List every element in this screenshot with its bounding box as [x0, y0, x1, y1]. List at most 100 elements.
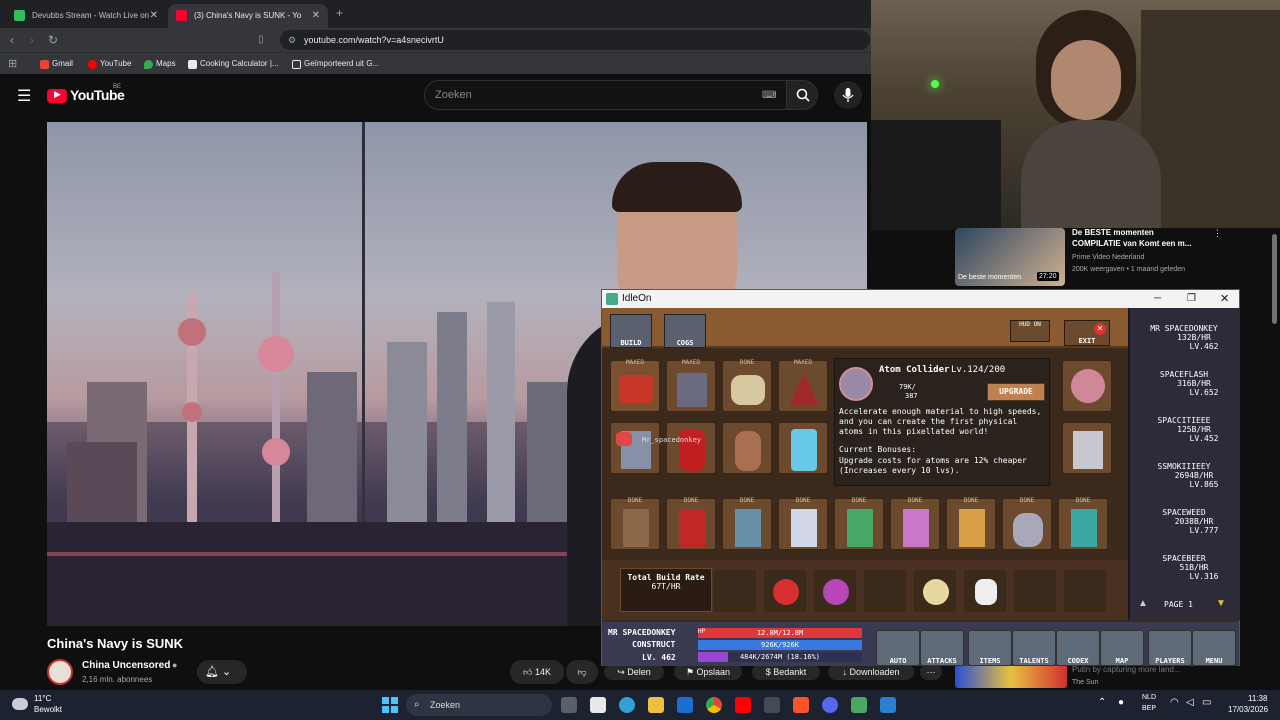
folder-icon[interactable]	[648, 697, 664, 713]
cog-slot[interactable]	[964, 570, 1006, 612]
items-button[interactable]: ITEMS	[968, 630, 1012, 666]
start-button[interactable]	[382, 697, 398, 713]
cogs-tab[interactable]: COGS	[664, 314, 706, 348]
suggested-video[interactable]: De beste momenten 27:20 De BESTE momente…	[955, 228, 1280, 288]
language-indicator-top[interactable]: NLD	[1142, 694, 1156, 701]
build-slot[interactable]	[722, 422, 772, 474]
site-info-icon[interactable]: ⚙	[288, 30, 296, 50]
edge-icon[interactable]	[619, 697, 635, 713]
upgrade-button[interactable]: UPGRADE	[987, 383, 1045, 401]
channel-name[interactable]: China Uncensored	[82, 660, 170, 671]
search-button[interactable]	[786, 80, 818, 110]
cog-slot[interactable]	[1064, 570, 1106, 612]
build-slot[interactable]	[778, 422, 828, 474]
build-slot[interactable]	[1062, 360, 1112, 412]
dislike-button[interactable]: 👎︎	[566, 660, 598, 684]
players-button[interactable]: PLAYERS	[1148, 630, 1192, 666]
cog-slot[interactable]	[764, 570, 806, 612]
tray-overflow-icon[interactable]: ⌃	[1098, 697, 1106, 708]
wifi-icon[interactable]: ◠	[1170, 697, 1179, 708]
build-slot[interactable]: DONE	[1058, 497, 1108, 550]
build-slot[interactable]: MAXED	[610, 359, 660, 412]
download-button[interactable]: ↓ Downloaden	[828, 664, 914, 680]
idleon-game-window[interactable]: IdleOn ─ ❐ ✕ BUILD COGS HUD ON EXIT ✕ MA…	[601, 289, 1240, 666]
build-slot[interactable]: DONE	[722, 497, 772, 550]
menu-button[interactable]: MENU	[1192, 630, 1236, 666]
build-slot[interactable]: DONE	[778, 497, 828, 550]
page-next-icon[interactable]: ▼	[1216, 598, 1226, 609]
build-slot[interactable]: DONE	[890, 497, 940, 550]
taskbar-search[interactable]: ⌕ Zoeken	[406, 694, 552, 716]
player-entry[interactable]: SSMOKIIIEEY 2694B/HR LV.865	[1130, 462, 1238, 489]
notification-bell-button[interactable]: 🔔︎ ⌄	[197, 660, 247, 684]
build-slot[interactable]: MAXED	[666, 359, 716, 412]
bookmark-maps[interactable]: Maps	[142, 56, 176, 72]
task-view-icon[interactable]	[561, 697, 577, 713]
player-entry[interactable]: SPACCITIEEE 125B/HR LV.452	[1130, 416, 1238, 443]
clock-time[interactable]: 11:38	[1248, 694, 1267, 703]
build-slot[interactable]	[666, 422, 716, 474]
cog-slot[interactable]	[914, 570, 956, 612]
bookmark-folder-imported[interactable]: Geïmporteerd uit G...	[290, 56, 379, 72]
url-input[interactable]: ⚙ youtube.com/watch?v=a4snecivrtU	[280, 30, 870, 50]
build-slot[interactable]	[1062, 422, 1112, 474]
suggested-video-2[interactable]: Putin by capturing more land... The Sun	[955, 664, 1265, 690]
scrollbar[interactable]	[1272, 234, 1277, 324]
bookmark-cooking-calculator[interactable]: Cooking Calculator |...	[186, 56, 279, 72]
cog-slot[interactable]	[814, 570, 856, 612]
build-slot[interactable]: MAXED	[778, 359, 828, 412]
cog-slot[interactable]	[864, 570, 906, 612]
channel-avatar[interactable]	[47, 659, 73, 685]
suggested-thumbnail[interactable]: De beste momenten 27:20	[955, 228, 1065, 286]
close-red-icon[interactable]: ✕	[1094, 323, 1106, 335]
player-entry[interactable]: SPACEWEED 2038B/HR LV.777	[1130, 508, 1238, 535]
apps-grid-icon[interactable]: ⊞	[8, 57, 17, 70]
bookmark-youtube[interactable]: YouTube	[86, 56, 131, 72]
save-button[interactable]: ⚑ Opslaan	[674, 664, 742, 680]
forward-icon[interactable]: ›	[30, 32, 34, 48]
app-icon[interactable]	[880, 697, 896, 713]
minimize-icon[interactable]: ─	[1154, 290, 1161, 308]
build-slot[interactable]: DONE	[610, 497, 660, 550]
restore-icon[interactable]: ❐	[1187, 290, 1196, 308]
close-tab-icon[interactable]: ✕	[312, 4, 320, 28]
tray-app-icon[interactable]: ●	[1118, 697, 1124, 708]
map-button[interactable]: MAP	[1100, 630, 1144, 666]
close-tab-icon[interactable]: ✕	[150, 4, 158, 28]
brave-icon[interactable]	[793, 697, 809, 713]
discord-app-icon[interactable]	[822, 697, 838, 713]
more-actions-button[interactable]: ⋯	[920, 664, 942, 680]
player-entry[interactable]: SPACEFLASH 316B/HR LV.652	[1130, 370, 1238, 397]
idleon-app-icon[interactable]	[851, 697, 867, 713]
like-button[interactable]: 👍︎ 14K	[510, 660, 564, 684]
player-entry[interactable]: MR SPACEDONKEY 132B/HR LV.462	[1130, 324, 1238, 351]
menu-icon[interactable]: ☰	[17, 86, 31, 106]
weather-temp[interactable]: 11°C	[34, 694, 51, 703]
close-window-icon[interactable]: ✕	[1220, 290, 1229, 308]
youtube-app-icon[interactable]	[735, 697, 751, 713]
file-explorer-icon[interactable]	[590, 697, 606, 713]
back-icon[interactable]: ‹	[10, 32, 14, 48]
browser-tab-devubbs[interactable]: Devubbs Stream - Watch Live on ✕	[6, 4, 166, 28]
volume-icon[interactable]: ◁	[1186, 697, 1194, 708]
browser-tab-youtube[interactable]: (3) China's Navy is SUNK - Yo ✕	[168, 4, 328, 28]
keyboard-icon[interactable]: ⌨	[762, 90, 776, 101]
bookmark-icon[interactable]: ▯	[258, 32, 264, 48]
auto-button[interactable]: AUTO	[876, 630, 920, 666]
build-slot[interactable]: DONE	[1002, 497, 1052, 550]
cog-slot[interactable]	[714, 570, 756, 612]
codex-button[interactable]: CODEX	[1056, 630, 1100, 666]
search-input[interactable]: Zoeken	[424, 80, 788, 110]
player-entry[interactable]: SPACEBEER 51B/HR LV.316	[1130, 554, 1238, 581]
bookmark-gmail[interactable]: Gmail	[38, 56, 73, 72]
share-button[interactable]: ↪ Delen	[604, 664, 664, 680]
cog-slot[interactable]	[1014, 570, 1056, 612]
reload-icon[interactable]: ↻	[48, 32, 58, 48]
build-slot[interactable]	[610, 422, 660, 474]
hud-toggle-button[interactable]: HUD ON	[1010, 320, 1050, 342]
battery-icon[interactable]: ▭	[1202, 697, 1211, 708]
page-prev-icon[interactable]: ▲	[1138, 598, 1148, 609]
voice-search-button[interactable]	[834, 81, 862, 109]
build-slot[interactable]: DONE	[722, 359, 772, 412]
thanks-button[interactable]: $ Bedankt	[752, 664, 820, 680]
